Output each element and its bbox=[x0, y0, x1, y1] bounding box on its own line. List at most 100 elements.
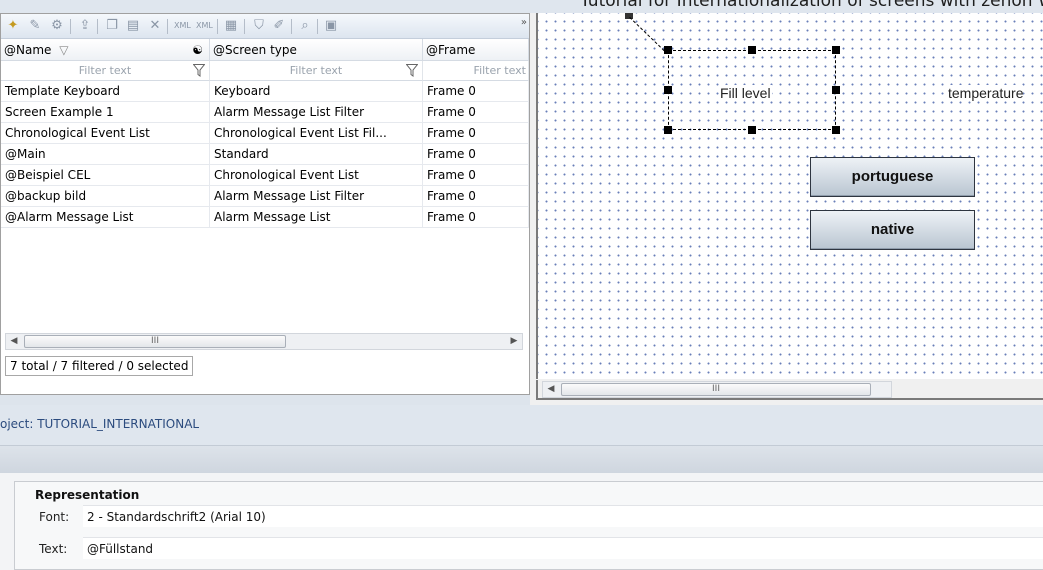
filter-cell-name[interactable]: Filter text bbox=[1, 61, 210, 81]
filter-placeholder: Filter text bbox=[78, 64, 132, 77]
properties-area: Representation Font: 2 - Standardschrift… bbox=[0, 473, 1043, 570]
cell-frame: Frame 0 bbox=[423, 207, 529, 227]
replace-icon[interactable]: ▦ bbox=[223, 18, 239, 34]
cell-frame: Frame 0 bbox=[423, 165, 529, 185]
cell-frame: Frame 0 bbox=[423, 123, 529, 143]
sort-indicator-icon: ▽ bbox=[59, 43, 69, 57]
canvas-horizontal-scrollbar[interactable]: ◀ III bbox=[542, 381, 892, 398]
table-row[interactable]: @backup bild Alarm Message List Filter F… bbox=[1, 186, 529, 207]
grip-icon: III bbox=[151, 336, 159, 346]
toolbar-separator bbox=[317, 19, 318, 34]
column-header-label: @Name bbox=[4, 43, 52, 57]
tutorial-title: Tutorial for Internationalization of scr… bbox=[580, 0, 1043, 11]
scroll-right-icon[interactable]: ▶ bbox=[506, 334, 522, 349]
cell-screen-type: Alarm Message List Filter bbox=[210, 186, 423, 206]
properties-header-bar bbox=[0, 445, 1043, 473]
table-row[interactable]: Chronological Event List Chronological E… bbox=[1, 123, 529, 144]
edit-icon[interactable]: ✎ bbox=[27, 18, 43, 34]
cell-name: @backup bild bbox=[1, 186, 210, 206]
copy-icon[interactable]: ❐ bbox=[104, 18, 120, 34]
cell-name: @Alarm Message List bbox=[1, 207, 210, 227]
resize-handle[interactable] bbox=[664, 46, 672, 54]
cell-name: Screen Example 1 bbox=[1, 102, 210, 122]
edit-pen-icon[interactable]: ✐ bbox=[271, 18, 287, 34]
column-header-frame[interactable]: @Frame bbox=[423, 39, 529, 61]
grip-icon: III bbox=[712, 384, 720, 394]
column-header-label: @Frame bbox=[426, 43, 476, 57]
cell-screen-type: Alarm Message List bbox=[210, 207, 423, 227]
column-header-screen-type[interactable]: @Screen type bbox=[210, 39, 423, 61]
toolbar-separator bbox=[97, 19, 98, 34]
font-label: Font: bbox=[39, 510, 70, 524]
cell-frame: Frame 0 bbox=[423, 144, 529, 164]
table-row[interactable]: @Main Standard Frame 0 bbox=[1, 144, 529, 165]
table-status: 7 total / 7 filtered / 0 selected bbox=[5, 356, 194, 376]
table-row[interactable]: Screen Example 1 Alarm Message List Filt… bbox=[1, 102, 529, 123]
table-row[interactable]: Template Keyboard Keyboard Frame 0 bbox=[1, 81, 529, 102]
project-name: oject: TUTORIAL_INTERNATIONAL bbox=[0, 417, 200, 431]
screen-list-panel: ✦ ✎ ⚙ ⇪ ❐ ▤ ✕ XML XML ▦ ⛉ ✐ ⌕ ▣ » @Name … bbox=[0, 13, 530, 395]
search-icon[interactable]: ⌕ bbox=[297, 18, 313, 34]
toolbar-overflow-icon[interactable]: » bbox=[521, 17, 527, 28]
filter-icon[interactable]: ⛉ bbox=[251, 18, 267, 34]
toolbar-separator bbox=[217, 19, 218, 34]
resize-handle[interactable] bbox=[664, 86, 672, 94]
column-header-name[interactable]: @Name ▽ ☯ bbox=[1, 39, 210, 61]
text-label: Text: bbox=[39, 542, 68, 556]
resize-handle[interactable] bbox=[832, 46, 840, 54]
resize-handle[interactable] bbox=[748, 126, 756, 134]
funnel-icon[interactable] bbox=[406, 64, 418, 77]
resize-handle[interactable] bbox=[748, 46, 756, 54]
design-canvas[interactable]: Fill level temperature portuguese native bbox=[536, 13, 1043, 379]
cell-screen-type: Keyboard bbox=[210, 81, 423, 101]
binoculars-icon[interactable]: ☯ bbox=[192, 39, 203, 60]
gear-icon[interactable]: ⚙ bbox=[49, 18, 65, 34]
filter-cell-screen-type[interactable]: Filter text bbox=[210, 61, 423, 81]
cell-name: Template Keyboard bbox=[1, 81, 210, 101]
export-icon[interactable]: ⇪ bbox=[77, 18, 93, 34]
cell-name: @Main bbox=[1, 144, 210, 164]
paste-icon[interactable]: ▤ bbox=[125, 18, 141, 34]
table-row[interactable]: @Beispiel CEL Chronological Event List F… bbox=[1, 165, 529, 186]
cell-frame: Frame 0 bbox=[423, 81, 529, 101]
resize-handle[interactable] bbox=[832, 126, 840, 134]
scroll-left-icon[interactable]: ◀ bbox=[543, 382, 559, 397]
top-title-strip: Tutorial for Internationalization of scr… bbox=[0, 0, 1043, 13]
table-horizontal-scrollbar[interactable]: ◀ III ▶ bbox=[5, 333, 523, 350]
xml-import-icon[interactable]: XML bbox=[196, 18, 213, 34]
screen-table-body: Template Keyboard Keyboard Frame 0 Scree… bbox=[1, 81, 529, 228]
scrollbar-thumb[interactable]: III bbox=[561, 383, 871, 396]
connector-line bbox=[629, 17, 665, 52]
cell-name: Chronological Event List bbox=[1, 123, 210, 143]
toolbar-separator bbox=[70, 19, 71, 34]
font-field[interactable]: 2 - Standardschrift2 (Arial 10) bbox=[83, 505, 1043, 527]
delete-icon[interactable]: ✕ bbox=[147, 18, 163, 34]
cell-frame: Frame 0 bbox=[423, 102, 529, 122]
filter-cell-frame[interactable]: Filter text bbox=[423, 61, 529, 81]
open-icon[interactable]: ▣ bbox=[323, 18, 339, 34]
cell-screen-type: Alarm Message List Filter bbox=[210, 102, 423, 122]
list-toolbar: ✦ ✎ ⚙ ⇪ ❐ ▤ ✕ XML XML ▦ ⛉ ✐ ⌕ ▣ » bbox=[1, 14, 529, 39]
text-field[interactable]: @Füllstand bbox=[83, 537, 1043, 559]
fill-level-text-element[interactable]: Fill level bbox=[719, 85, 772, 101]
scrollbar-thumb[interactable]: III bbox=[24, 335, 286, 348]
cell-frame: Frame 0 bbox=[423, 186, 529, 206]
representation-group: Representation Font: 2 - Standardschrift… bbox=[14, 481, 1043, 570]
funnel-icon[interactable] bbox=[193, 64, 205, 77]
scroll-left-icon[interactable]: ◀ bbox=[6, 334, 22, 349]
portuguese-button[interactable]: portuguese bbox=[810, 157, 975, 197]
cell-name: @Beispiel CEL bbox=[1, 165, 210, 185]
new-wand-icon[interactable]: ✦ bbox=[5, 18, 21, 34]
project-bar: oject: TUTORIAL_INTERNATIONAL bbox=[0, 405, 1043, 445]
resize-handle[interactable] bbox=[832, 86, 840, 94]
column-header-label: @Screen type bbox=[213, 43, 297, 57]
table-row[interactable]: @Alarm Message List Alarm Message List F… bbox=[1, 207, 529, 228]
cell-screen-type: Chronological Event List Fil... bbox=[210, 123, 423, 143]
canvas-scroll-area: ◀ III bbox=[536, 380, 1043, 400]
screen-editor: Fill level temperature portuguese native… bbox=[536, 13, 1043, 405]
filter-placeholder: Filter text bbox=[473, 64, 526, 77]
native-button[interactable]: native bbox=[810, 210, 975, 250]
temperature-text-element[interactable]: temperature bbox=[948, 85, 1024, 101]
xml-export-icon[interactable]: XML bbox=[174, 18, 191, 34]
resize-handle[interactable] bbox=[664, 126, 672, 134]
